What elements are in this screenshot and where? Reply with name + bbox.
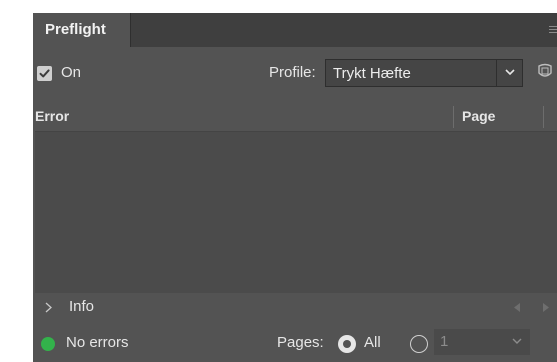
triangle-left-icon[interactable] <box>514 303 520 312</box>
tab-preflight[interactable]: Preflight <box>33 13 130 47</box>
define-profiles-icon[interactable] <box>533 62 557 84</box>
pages-all-radio[interactable] <box>338 335 356 353</box>
column-header-error[interactable]: Error <box>35 108 69 124</box>
pages-range-value: 1 <box>440 333 449 350</box>
info-label[interactable]: Info <box>69 298 94 315</box>
column-divider[interactable] <box>543 106 544 128</box>
chevron-right-icon[interactable] <box>45 302 52 313</box>
chevron-down-icon <box>505 69 515 76</box>
status-bar: No errors Pages: All 1 <box>33 329 557 362</box>
pages-range-field[interactable]: 1 <box>434 329 530 355</box>
preflight-panel: Preflight On Profile: Trykt Hæfte Error … <box>33 13 557 362</box>
panel-tab-bar: Preflight <box>33 13 557 47</box>
checkmark-icon <box>39 69 50 78</box>
status-indicator <box>41 337 55 351</box>
error-list-header: Error Page <box>33 103 557 133</box>
error-list[interactable] <box>35 131 557 293</box>
profile-value: Trykt Hæfte <box>333 65 411 82</box>
pages-range-radio[interactable] <box>410 335 428 353</box>
triangle-right-icon[interactable] <box>543 303 549 312</box>
status-text[interactable]: No errors <box>66 334 129 351</box>
panel-menu-icon[interactable] <box>549 26 557 36</box>
chevron-down-icon[interactable] <box>512 338 522 344</box>
profile-label: Profile: <box>269 64 316 81</box>
column-header-page[interactable]: Page <box>462 108 495 124</box>
column-divider[interactable] <box>453 106 454 128</box>
info-row[interactable]: Info <box>33 293 557 323</box>
pages-all-label[interactable]: All <box>364 334 381 351</box>
on-label: On <box>61 64 82 81</box>
pages-label: Pages: <box>277 334 324 351</box>
profile-dropdown-button[interactable] <box>496 60 522 86</box>
profile-dropdown[interactable]: Trykt Hæfte <box>325 59 523 87</box>
tab-divider <box>130 13 131 47</box>
on-checkbox[interactable] <box>37 66 52 81</box>
